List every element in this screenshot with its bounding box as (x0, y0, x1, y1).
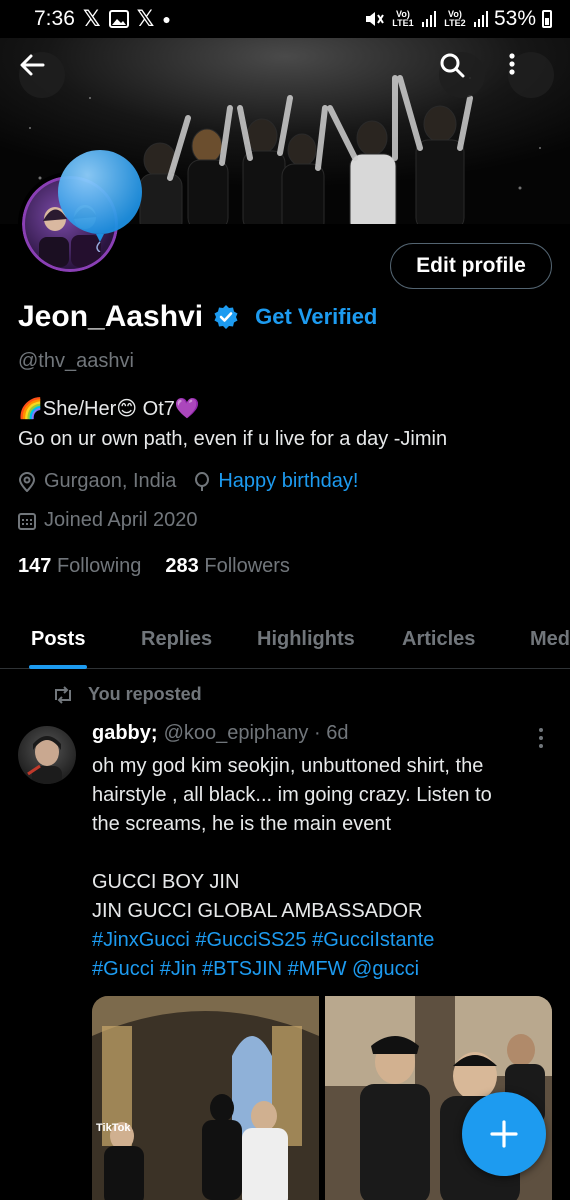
edit-profile-button[interactable]: Edit profile (390, 243, 552, 289)
post-author-name[interactable]: gabby; (92, 722, 158, 745)
tab-highlights[interactable]: Highlights (257, 610, 355, 669)
post-text-line: GUCCI BOY JIN (92, 871, 240, 893)
gallery-icon (108, 10, 129, 28)
notification-dot-icon: ● (162, 11, 171, 27)
search-button[interactable] (439, 52, 485, 98)
post-hashtags-line[interactable]: #JinxGucci #GucciSS25 #GucciIstante (92, 926, 552, 955)
post-hashtags-line[interactable]: #Gucci #Jin #BTSJIN #MFW @gucci (92, 955, 552, 984)
battery-percent: 53% (493, 7, 536, 30)
post-text-line: oh my god kim seokjin, unbuttoned shirt,… (92, 755, 484, 777)
following-link[interactable]: 147 Following (18, 555, 141, 578)
battery-icon (542, 10, 552, 28)
calendar-icon (18, 512, 36, 530)
status-bar: 7:36 𝕏 𝕏 ● Vo) LTE1 Vo) LTE2 53% (0, 0, 570, 38)
post-media-1[interactable]: TikTok (92, 996, 319, 1200)
repost-icon (55, 685, 71, 704)
profile-tabs: Posts Replies Highlights Articles Media (0, 610, 570, 669)
bio-line-2: Go on ur own path, even if u live for a … (18, 428, 448, 450)
back-arrow-icon (20, 54, 45, 76)
x-app-icon-2: 𝕏 (136, 6, 155, 31)
post-text-line: hairstyle , all black... im going crazy.… (92, 784, 492, 806)
balloon-icon (58, 150, 142, 252)
repost-indicator: You reposted (52, 684, 202, 705)
tab-replies[interactable]: Replies (141, 610, 212, 669)
profile-bio: 🌈She/Her😊 Ot7💜 Go on ur own path, even i… (18, 394, 447, 454)
post-author-avatar[interactable] (18, 726, 76, 784)
signal-icon-1 (421, 11, 436, 27)
name-row: Jeon_Aashvi Get Verified (18, 300, 377, 334)
display-name: Jeon_Aashvi (18, 300, 204, 333)
get-verified-link[interactable]: Get Verified (255, 304, 377, 330)
compose-plus-icon (490, 1120, 518, 1148)
status-time: 7:36 (34, 7, 75, 30)
search-icon (440, 53, 465, 78)
repost-label: You reposted (88, 684, 202, 704)
followers-link[interactable]: 283 Followers (165, 555, 290, 578)
followers-label: Followers (204, 555, 290, 577)
location-text: Gurgaon, India (44, 470, 177, 492)
more-options-button[interactable] (508, 52, 554, 98)
location-item: Gurgaon, India (18, 470, 176, 493)
signal-icon-2 (473, 11, 488, 27)
profile-handle: @thv_aashvi (18, 350, 134, 372)
tab-articles[interactable]: Articles (402, 610, 475, 669)
joined-item: Joined April 2020 (18, 509, 197, 532)
post-text: oh my god kim seokjin, unbuttoned shirt,… (92, 752, 552, 984)
more-vertical-icon (509, 53, 515, 75)
tab-posts[interactable]: Posts (28, 610, 88, 669)
compose-button[interactable] (462, 1092, 546, 1176)
post-header: gabby; @koo_epiphany · 6d (92, 722, 348, 745)
post-text-line (92, 839, 552, 868)
followers-count: 283 (165, 555, 199, 577)
back-button[interactable] (19, 52, 65, 98)
post-text-line: JIN GUCCI GLOBAL AMBASSADOR (92, 900, 423, 922)
tiktok-badge: TikTok (96, 1122, 131, 1134)
mute-icon (364, 10, 384, 28)
post-more-icon[interactable] (534, 726, 548, 750)
tab-media[interactable]: Media (530, 610, 570, 669)
post-text-line: the screams, he is the main event (92, 813, 392, 835)
birthday-item[interactable]: Happy birthday! (194, 470, 358, 493)
joined-text: Joined April 2020 (44, 509, 198, 531)
bio-line-1: 🌈She/Her😊 Ot7💜 (18, 398, 200, 420)
verified-badge-icon (214, 305, 238, 329)
meta-row-1: Gurgaon, India Happy birthday! (18, 470, 376, 493)
sim2-label: Vo) LTE2 (444, 9, 466, 28)
x-app-icon: 𝕏 (82, 6, 101, 31)
birthday-link[interactable]: Happy birthday! (218, 470, 358, 493)
meta-row-2: Joined April 2020 (18, 509, 215, 532)
sim1-label: Vo) LTE1 (392, 9, 414, 28)
follow-stats: 147 Following 283 Followers (18, 555, 290, 578)
post-handle-time: @koo_epiphany · 6d (163, 722, 349, 744)
following-count: 147 (18, 555, 52, 577)
following-label: Following (56, 555, 142, 577)
location-pin-icon (18, 471, 36, 492)
balloon-outline-icon (195, 471, 210, 491)
